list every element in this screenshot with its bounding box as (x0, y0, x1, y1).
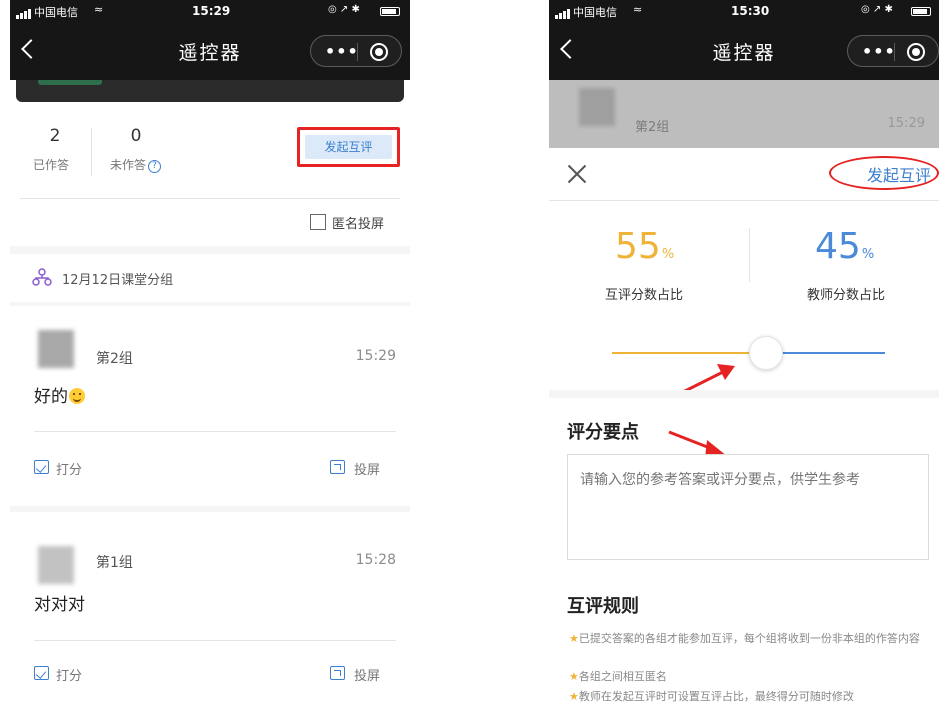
close-mini-program-icon[interactable] (370, 43, 388, 61)
wifi-icon: ≈ (633, 3, 643, 16)
star-icon: ★ (569, 670, 579, 683)
start-peer-review-button[interactable]: 发起互评 (305, 135, 392, 159)
anonymous-label: 匿名投屏 (332, 217, 385, 232)
group-card: 第2组 15:29 好的 打分 投屏 (10, 306, 410, 506)
score-icon (34, 666, 49, 680)
close-icon[interactable] (567, 164, 587, 184)
session-row: 12月12日课堂分组 (10, 254, 410, 302)
key-points-title: 评分要点 (567, 422, 639, 443)
unanswered-label-wrap: 未作答? (110, 156, 162, 173)
group-card: 第1组 15:28 对对对 打分 投屏 (10, 512, 410, 717)
score-icon (34, 460, 49, 474)
anonymous-checkbox[interactable] (310, 214, 326, 230)
status-bar: 中国电信 ≈ 15:29 ◎ ↗ ✱ (10, 0, 410, 24)
section-gap (549, 390, 939, 398)
nav-bar: 遥控器 ••• (10, 24, 410, 80)
divider (34, 640, 396, 641)
answered-count: 2 (49, 126, 61, 146)
key-points-input[interactable] (567, 454, 929, 560)
capsule-divider (894, 43, 895, 61)
highlight-box: 发起互评 (297, 127, 400, 167)
teacher-percent-value: 45 (815, 226, 861, 267)
rule-text: 各组之间相互匿名 (578, 670, 667, 683)
project-icon (330, 460, 345, 474)
ratio-slider-thumb[interactable] (749, 336, 783, 370)
peer-percent: 55% (615, 226, 674, 267)
status-time: 15:30 (731, 4, 770, 18)
location-icon: ◎ ↗ ✱ (328, 4, 360, 15)
project-icon (330, 666, 345, 680)
group-message: 好的 (34, 382, 85, 407)
session-label: 12月12日课堂分组 (62, 273, 174, 288)
more-icon[interactable]: ••• (325, 42, 359, 61)
status-time: 15:29 (192, 4, 231, 18)
rule-text: 教师在发起互评时可设置互评占比，最终得分可随时修改 (578, 690, 854, 703)
carrier-name: 中国电信 (34, 6, 78, 19)
group-name: 第1组 (96, 555, 133, 571)
wifi-icon: ≈ (94, 3, 104, 16)
rule-item: ★已提交答案的各组才能参加互评，每个组将收到一份非本组的作答内容 (569, 630, 924, 648)
percent-divider (749, 228, 750, 282)
project-button[interactable]: 投屏 (354, 665, 380, 684)
status-bar: 中国电信 ≈ 15:30 ◎ ↗ ✱ (549, 0, 939, 24)
unanswered-count: 0 (130, 126, 142, 146)
answered-label: 已作答 (33, 158, 70, 172)
rule-item: ★教师在发起互评时可设置互评占比，最终得分可随时修改 (569, 688, 924, 706)
stats-divider (91, 128, 92, 176)
more-icon[interactable]: ••• (862, 42, 896, 61)
location-icon: ◎ ↗ ✱ (861, 4, 893, 15)
group-name: 第2组 (635, 120, 670, 135)
divider (549, 200, 939, 201)
collapsed-banner (16, 80, 404, 102)
anonymous-row: 匿名投屏 (10, 198, 410, 246)
score-button[interactable]: 打分 (56, 459, 82, 478)
left-phone-screen: 中国电信 ≈ 15:29 ◎ ↗ ✱ 遥控器 ••• 2 已作答 0 未作答? … (10, 0, 410, 717)
rule-text: 已提交答案的各组才能参加互评，每个组将收到一份非本组的作答内容 (578, 632, 920, 645)
rules-title: 互评规则 (567, 596, 639, 617)
signal-icon (555, 6, 571, 19)
battery-icon (911, 7, 931, 16)
help-icon[interactable]: ? (148, 160, 162, 173)
divider (34, 431, 396, 432)
nav-bar: 遥控器 ••• (549, 24, 939, 80)
signal-icon (16, 6, 32, 19)
avatar (579, 88, 615, 126)
avatar (38, 546, 74, 584)
smile-emoji-icon (69, 388, 85, 404)
divider (20, 198, 400, 199)
dimmed-background-row: 第2组 15:29 (549, 80, 939, 148)
highlight-ellipse (829, 156, 939, 190)
close-mini-program-icon[interactable] (907, 43, 925, 61)
slider-track-peer[interactable] (612, 352, 760, 354)
group-message-text: 好的 (34, 387, 68, 407)
mini-program-capsule: ••• (847, 35, 939, 67)
score-button[interactable]: 打分 (56, 665, 82, 684)
rule-item: ★各组之间相互匿名 (569, 668, 924, 686)
group-name: 第2组 (96, 351, 133, 367)
percent-sign: % (861, 247, 875, 262)
group-message: 对对对 (34, 595, 85, 615)
project-button[interactable]: 投屏 (354, 459, 380, 478)
star-icon: ★ (569, 690, 579, 703)
group-time: 15:28 (355, 552, 396, 568)
peer-label: 互评分数占比 (605, 288, 684, 303)
unanswered-label: 未作答 (110, 158, 147, 172)
group-time: 15:29 (887, 116, 925, 131)
teacher-label: 教师分数占比 (807, 288, 886, 303)
carrier-name: 中国电信 (573, 6, 617, 19)
group-icon (32, 268, 52, 286)
right-phone-screen: 中国电信 ≈ 15:30 ◎ ↗ ✱ 遥控器 ••• 第2组 15:29 发起互… (549, 0, 939, 717)
battery-icon (380, 7, 400, 16)
star-icon: ★ (569, 632, 579, 645)
capsule-divider (357, 43, 358, 61)
group-time: 15:29 (355, 348, 396, 364)
slider-track-teacher[interactable] (777, 352, 885, 354)
avatar (38, 330, 74, 368)
percent-sign: % (661, 247, 675, 262)
teacher-percent: 45% (815, 226, 874, 267)
peer-percent-value: 55 (615, 226, 661, 267)
mini-program-capsule: ••• (310, 35, 402, 67)
